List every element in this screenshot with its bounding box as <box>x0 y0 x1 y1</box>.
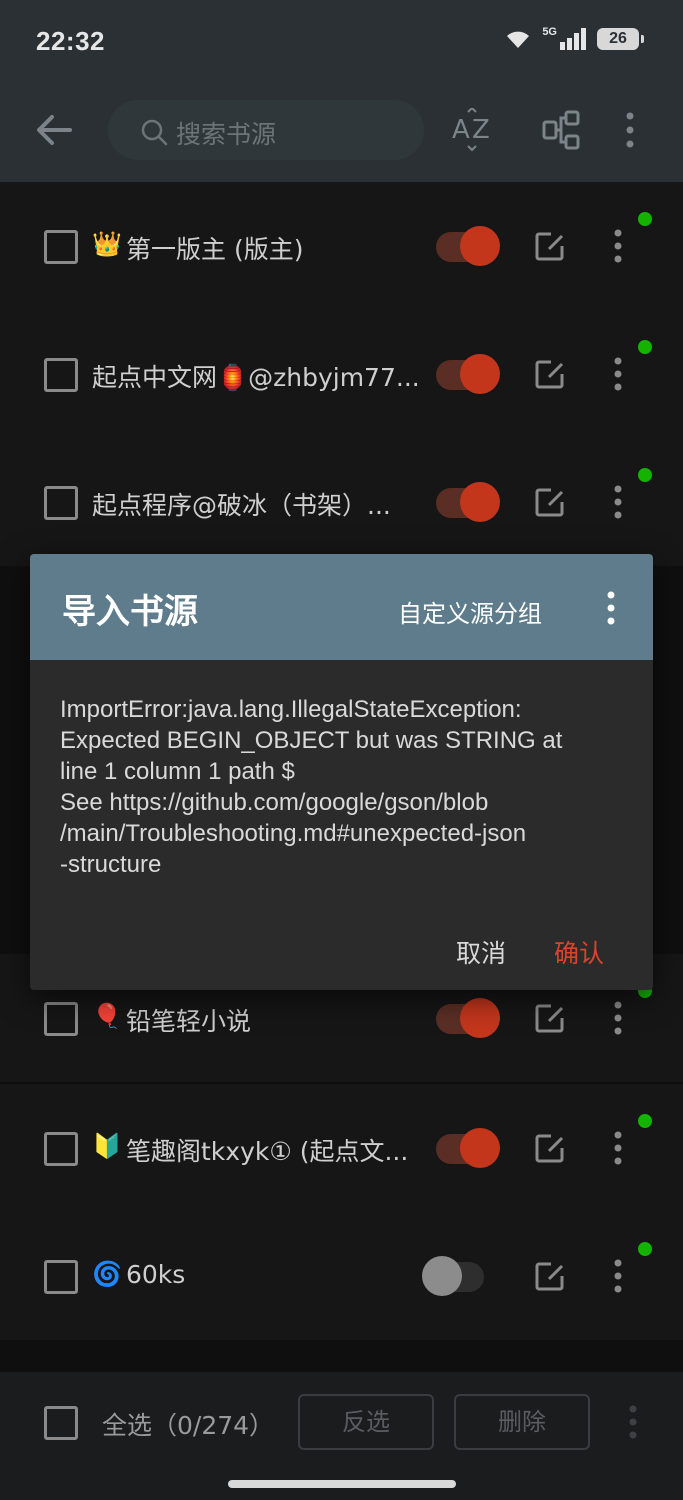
source-checkbox[interactable] <box>44 1132 78 1166</box>
source-checkbox[interactable] <box>44 358 78 392</box>
toggle-knob <box>460 482 500 522</box>
source-name: 铅笔轻小说 <box>126 1007 252 1036</box>
source-name: 第一版主 (版主) <box>126 235 304 264</box>
select-all-label[interactable]: 全选（0/274） <box>102 1406 274 1442</box>
edit-icon[interactable] <box>534 230 566 262</box>
edit-icon[interactable] <box>534 1132 566 1164</box>
source-row[interactable]: 🌀 60ks <box>0 1212 683 1340</box>
sort-az-icon[interactable]: A Z <box>450 108 494 152</box>
back-arrow-icon[interactable] <box>30 106 78 154</box>
beginner-emoji: 🔰 <box>92 1132 122 1160</box>
group-filter-icon[interactable] <box>540 108 584 152</box>
row-more-icon[interactable] <box>608 354 628 394</box>
select-all-checkbox[interactable] <box>44 1406 78 1440</box>
search-placeholder: 搜索书源 <box>176 120 277 149</box>
search-icon <box>141 119 168 146</box>
source-row[interactable]: 👑 第一版主 (版主) <box>0 182 683 310</box>
row-more-icon[interactable] <box>608 1128 628 1168</box>
status-dot <box>638 340 652 354</box>
row-more-icon[interactable] <box>608 998 628 1038</box>
enable-toggle[interactable] <box>436 1128 500 1168</box>
toggle-knob <box>422 1256 462 1296</box>
network-type-label: 5G <box>542 26 557 38</box>
row-more-icon[interactable] <box>608 226 628 266</box>
balloon-emoji: 🎈 <box>92 1002 122 1030</box>
source-name: 起点程序@破冰（书架）... <box>92 491 391 520</box>
signal-icon <box>560 28 586 50</box>
status-dot <box>638 1242 652 1256</box>
toggle-knob <box>460 226 500 266</box>
source-checkbox[interactable] <box>44 230 78 264</box>
cyclone-emoji: 🌀 <box>92 1260 122 1288</box>
confirm-button[interactable]: 确认 <box>554 934 604 970</box>
toggle-knob <box>460 1128 500 1168</box>
edit-icon[interactable] <box>534 1002 566 1034</box>
status-dot <box>638 1114 652 1128</box>
dialog-header: 导入书源 自定义源分组 <box>30 554 653 660</box>
source-checkbox[interactable] <box>44 486 78 520</box>
top-toolbar: 搜索书源 A Z <box>0 82 683 182</box>
enable-toggle[interactable] <box>436 482 500 522</box>
bottom-more-icon[interactable] <box>624 1402 642 1442</box>
svg-text:A: A <box>452 115 470 145</box>
enable-toggle[interactable] <box>422 1256 484 1296</box>
edit-icon[interactable] <box>534 358 566 390</box>
dialog-more-icon[interactable] <box>602 588 620 628</box>
source-row[interactable]: 🔰 笔趣阁tkxyk① (起点文... <box>0 1084 683 1212</box>
cancel-button[interactable]: 取消 <box>456 934 506 970</box>
enable-toggle[interactable] <box>436 354 500 394</box>
crown-emoji: 👑 <box>92 230 122 258</box>
source-row[interactable]: 起点程序@破冰（书架）... <box>0 438 683 566</box>
svg-text:Z: Z <box>472 115 490 145</box>
source-name: 笔趣阁tkxyk① (起点文... <box>126 1137 409 1166</box>
status-dot <box>638 212 652 226</box>
source-checkbox[interactable] <box>44 1260 78 1294</box>
home-indicator[interactable] <box>228 1480 456 1488</box>
dialog-title: 导入书源 <box>62 592 198 632</box>
status-dot <box>638 468 652 482</box>
toggle-knob <box>460 354 500 394</box>
clock: 22:32 <box>36 26 105 56</box>
source-name: 起点中文网🏮@zhbyjm77... <box>92 363 420 392</box>
edit-icon[interactable] <box>534 1260 566 1292</box>
status-bar: 22:32 5G 26 <box>0 0 683 82</box>
source-name: 60ks <box>126 1260 186 1289</box>
dialog-message: ImportError:java.lang.IllegalStateExcept… <box>60 696 563 878</box>
search-box[interactable]: 搜索书源 <box>108 100 424 160</box>
custom-group-button[interactable]: 自定义源分组 <box>398 594 542 629</box>
import-source-dialog: 导入书源 自定义源分组 ImportError:java.lang.Illega… <box>30 554 653 990</box>
source-checkbox[interactable] <box>44 1002 78 1036</box>
edit-icon[interactable] <box>534 486 566 518</box>
overflow-menu-icon[interactable] <box>620 108 640 152</box>
toggle-knob <box>460 998 500 1038</box>
delete-button[interactable]: 删除 <box>454 1394 590 1450</box>
row-more-icon[interactable] <box>608 482 628 522</box>
status-icons: 5G 26 <box>504 26 644 50</box>
battery-icon: 26 <box>597 28 644 50</box>
source-row[interactable]: 起点中文网🏮@zhbyjm77... <box>0 310 683 438</box>
enable-toggle[interactable] <box>436 998 500 1038</box>
enable-toggle[interactable] <box>436 226 500 266</box>
invert-selection-button[interactable]: 反选 <box>298 1394 434 1450</box>
row-more-icon[interactable] <box>608 1256 628 1296</box>
wifi-icon <box>507 31 530 48</box>
